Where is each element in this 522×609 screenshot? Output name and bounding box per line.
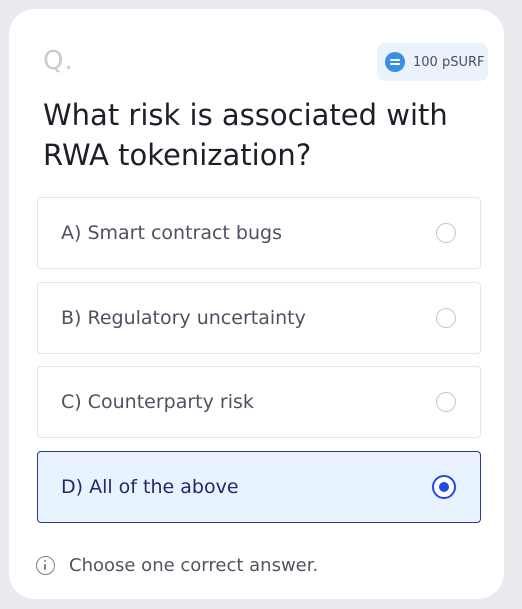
radio-button-icon[interactable] — [436, 223, 456, 243]
answer-option-a[interactable]: A) Smart contract bugs — [37, 197, 481, 269]
reward-badge: 100 pSURF — [377, 43, 488, 81]
answer-option-c[interactable]: C) Counterparty risk — [37, 366, 481, 438]
answer-option-d[interactable]: D) All of the above — [37, 451, 481, 523]
radio-button-selected-icon[interactable] — [432, 475, 456, 499]
coin-icon — [385, 52, 405, 72]
radio-button-icon[interactable] — [436, 308, 456, 328]
radio-button-icon[interactable] — [436, 392, 456, 412]
option-label: A) Smart contract bugs — [61, 222, 282, 244]
option-label: B) Regulatory uncertainty — [61, 307, 306, 329]
instruction-hint: Choose one correct answer. — [36, 555, 318, 576]
hint-text: Choose one correct answer. — [69, 555, 319, 576]
reward-amount: 100 pSURF — [413, 54, 485, 70]
question-marker: Q. — [43, 46, 74, 76]
info-icon — [36, 556, 55, 575]
option-label: C) Counterparty risk — [61, 391, 254, 413]
question-text: What risk is associated with RWA tokeniz… — [43, 98, 448, 172]
answer-option-b[interactable]: B) Regulatory uncertainty — [37, 282, 481, 354]
option-label: D) All of the above — [61, 476, 239, 498]
